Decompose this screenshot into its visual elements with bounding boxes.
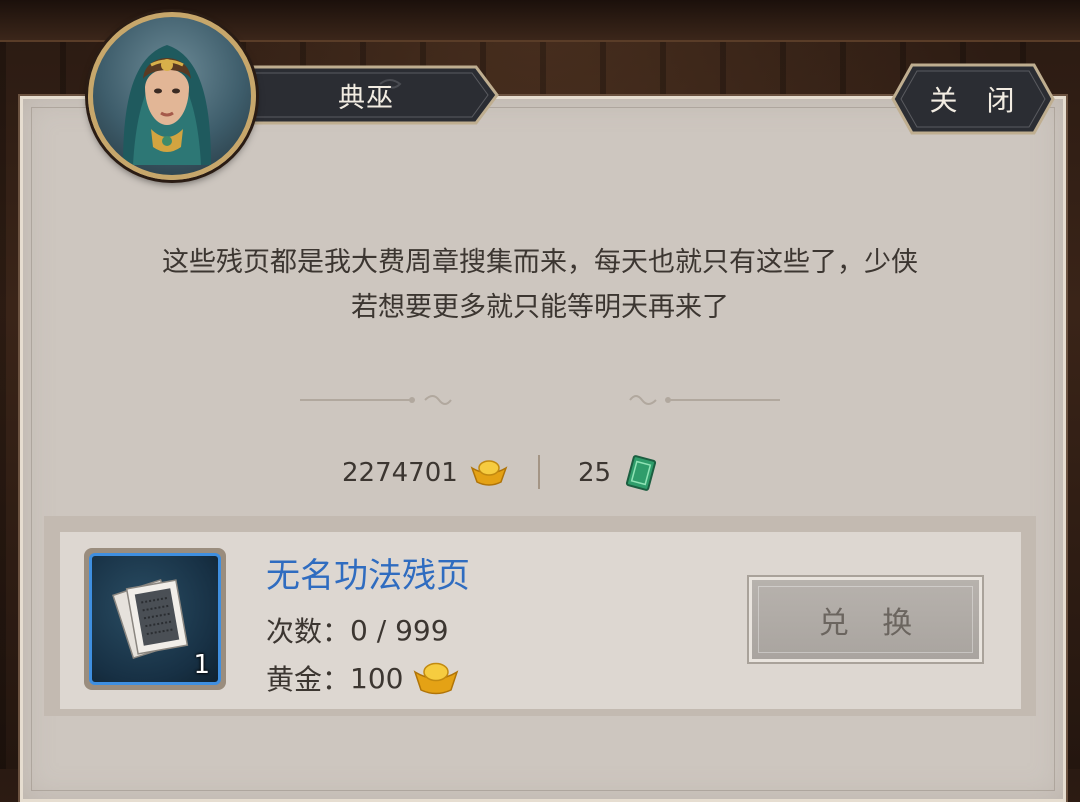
close-button-label: 关 闭 [929, 84, 1025, 117]
gold-ingot-icon [414, 662, 459, 695]
item-stack-count: 1 [193, 650, 210, 680]
gold-ingot-icon [470, 460, 508, 486]
gold-balance: 2274701 [342, 450, 508, 496]
exchange-button[interactable]: 兑 换 [749, 577, 982, 662]
dialog-line-2: 若想要更多就只能等明天再来了 [351, 292, 729, 323]
item-times: 次数： 0 / 999 [266, 610, 449, 650]
times-label: 次数： [266, 615, 351, 648]
currency-row: 2274701 25 [0, 450, 1080, 496]
price-value: 100 [350, 661, 404, 695]
close-button[interactable]: 关 闭 [890, 62, 1056, 136]
npc-dialog: 这些残页都是我大费周章搜集而来，每天也就只有这些了，少侠 若想要更多就只能等明天… [80, 240, 1000, 330]
item-price: 黄金： 100 [266, 658, 459, 698]
jade-token-icon [626, 455, 657, 491]
dialog-line-1: 这些残页都是我大费周章搜集而来，每天也就只有这些了，少侠 [162, 247, 918, 278]
item-icon-slot[interactable]: 1 [84, 548, 226, 690]
jade-balance: 25 [578, 450, 659, 496]
price-label: 黄金： [266, 663, 351, 696]
npc-avatar [88, 12, 256, 180]
exchange-button-label: 兑 换 [818, 605, 925, 641]
item-name: 无名功法残页 [266, 556, 470, 596]
currency-separator [538, 455, 540, 489]
item-icon-frame: 1 [89, 553, 221, 685]
gold-amount: 2274701 [342, 458, 458, 488]
hooded-woman-portrait-icon [123, 45, 211, 165]
jade-amount: 25 [578, 458, 612, 488]
times-value: 0 / 999 [350, 613, 449, 647]
ornamental-divider [300, 395, 780, 405]
